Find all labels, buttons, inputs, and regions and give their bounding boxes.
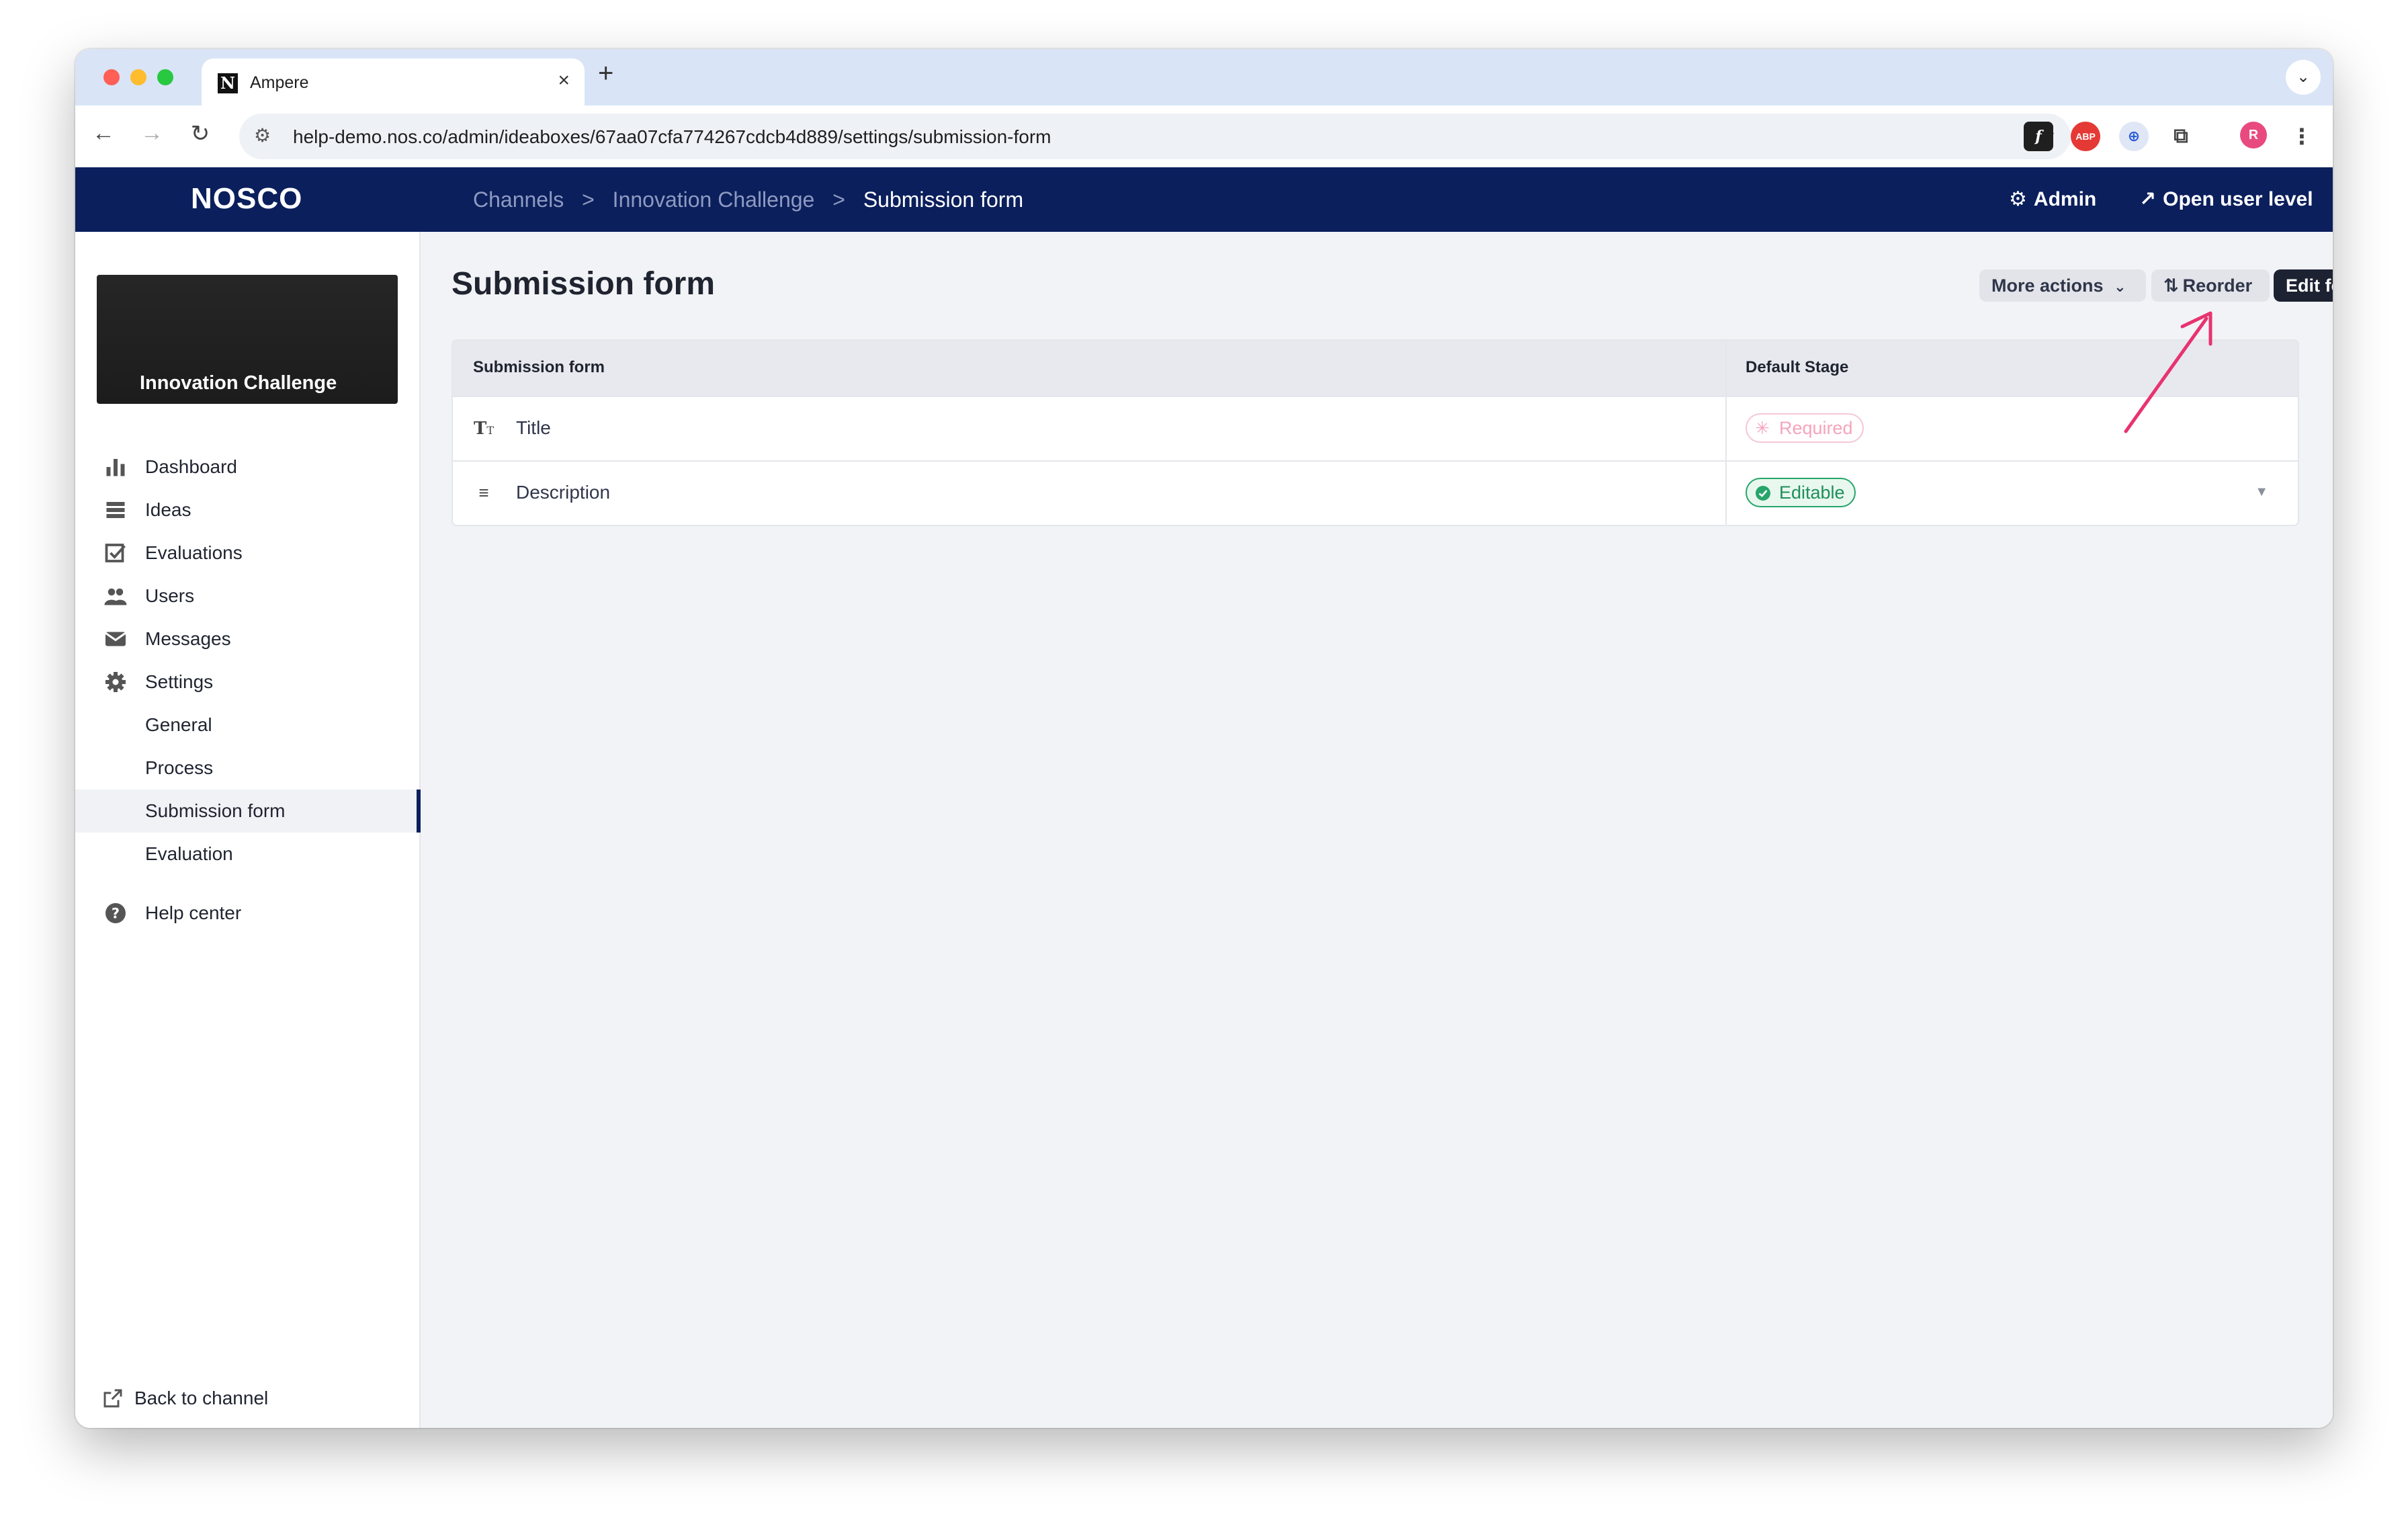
breadcrumb-innovation-challenge[interactable]: Innovation Challenge bbox=[613, 187, 815, 212]
sidebar-sub-item-process[interactable]: Process bbox=[75, 747, 419, 790]
sidebar-sub-item-evaluation[interactable]: Evaluation bbox=[75, 833, 419, 876]
submission-form-table: Submission form Default Stage TT Title ✳… bbox=[452, 339, 2299, 526]
envelope-icon bbox=[105, 632, 126, 646]
stage-label: Editable bbox=[1779, 482, 1845, 503]
stage-dropdown-caret-icon[interactable]: ▼ bbox=[2255, 484, 2268, 500]
sidebar-item-users[interactable]: Users bbox=[75, 575, 419, 618]
back-arrow-icon[interactable]: ← bbox=[90, 120, 117, 146]
sidebar-item-dashboard[interactable]: Dashboard bbox=[75, 445, 419, 489]
browser-window: N Ampere × + ⌄ ← → ↻ ⚙ help-demo.nos.co/… bbox=[75, 49, 2333, 1428]
notion-favicon-icon: N bbox=[218, 73, 238, 93]
sidebar: Innovation Challenge Dashboard Ideas Eva… bbox=[75, 232, 421, 1428]
tab-bar: N Ampere × + ⌄ bbox=[75, 49, 2333, 105]
edit-form-button[interactable]: Edit form bbox=[2274, 269, 2333, 302]
forward-arrow-icon[interactable]: → bbox=[138, 120, 165, 146]
breadcrumb: Channels > Innovation Challenge > Submis… bbox=[473, 187, 1023, 212]
sidebar-item-label: Submission form bbox=[145, 800, 286, 821]
more-actions-label: More actions bbox=[1991, 275, 2104, 296]
password-extension-icon[interactable]: ⊕ bbox=[2119, 122, 2149, 151]
help-circle-icon: ? bbox=[105, 903, 126, 923]
back-to-channel-label: Back to channel bbox=[134, 1388, 269, 1408]
bar-chart-icon bbox=[106, 459, 125, 476]
text-type-icon: TT bbox=[473, 419, 494, 439]
profile-avatar[interactable]: R bbox=[2240, 122, 2267, 148]
breadcrumb-channels[interactable]: Channels bbox=[473, 187, 564, 212]
breadcrumb-separator: > bbox=[832, 187, 845, 212]
sidebar-item-label: Users bbox=[145, 585, 195, 606]
sidebar-item-ideas[interactable]: Ideas bbox=[75, 489, 419, 532]
stage-badge-required[interactable]: ✳ Required bbox=[1746, 413, 1864, 443]
sidebar-item-label: Help center bbox=[145, 902, 242, 923]
sort-arrows-icon: ⇅ bbox=[2163, 275, 2179, 296]
maximize-window-button[interactable] bbox=[157, 69, 173, 85]
main-content: Submission form More actions ⌄ ⇅ Reorder … bbox=[421, 232, 2333, 1428]
sidebar-item-label: Evaluation bbox=[145, 843, 233, 864]
reorder-button[interactable]: ⇅ Reorder bbox=[2151, 269, 2270, 302]
breadcrumb-separator: > bbox=[582, 187, 595, 212]
sidebar-item-label: Evaluations bbox=[145, 542, 243, 563]
breadcrumb-current: Submission form bbox=[863, 187, 1024, 212]
app-header: NOSCO Channels > Innovation Challenge > … bbox=[75, 167, 2333, 232]
stage-label: Required bbox=[1779, 418, 1853, 438]
column-header-field: Submission form bbox=[473, 358, 605, 376]
users-icon bbox=[104, 588, 127, 605]
close-tab-icon[interactable]: × bbox=[558, 69, 570, 92]
sidebar-item-label: Process bbox=[145, 757, 214, 778]
checkbox-icon bbox=[105, 544, 126, 562]
column-header-default-stage: Default Stage bbox=[1746, 358, 1849, 376]
paragraph-icon: ≡ bbox=[478, 482, 489, 503]
open-user-level-label: Open user level bbox=[2163, 188, 2313, 210]
channel-title: Innovation Challenge bbox=[140, 372, 337, 394]
chevron-down-icon: ⌄ bbox=[2114, 278, 2126, 295]
open-user-level-link[interactable]: ↗ Open user level bbox=[2139, 187, 2313, 211]
font-extension-icon[interactable]: f bbox=[2024, 122, 2053, 151]
svg-text:?: ? bbox=[112, 906, 120, 922]
sidebar-item-settings[interactable]: Settings bbox=[75, 661, 419, 704]
adblock-extension-icon[interactable]: ABP bbox=[2071, 122, 2100, 151]
table-row[interactable]: ≡ Description Editable ▼ bbox=[453, 460, 2298, 525]
tab-title: Ampere bbox=[250, 73, 309, 92]
external-link-icon bbox=[103, 1389, 122, 1408]
sidebar-item-label: Ideas bbox=[145, 499, 191, 520]
kebab-menu-icon[interactable]: ⋮ bbox=[2287, 122, 2317, 151]
field-name: Description bbox=[516, 482, 611, 503]
close-window-button[interactable] bbox=[103, 69, 120, 85]
url-text[interactable]: help-demo.nos.co/admin/ideaboxes/67aa07c… bbox=[293, 126, 1051, 148]
sidebar-item-label: Settings bbox=[145, 671, 214, 692]
sidebar-item-evaluations[interactable]: Evaluations bbox=[75, 532, 419, 575]
external-link-icon: ↗ bbox=[2139, 188, 2157, 210]
reorder-label: Reorder bbox=[2182, 275, 2253, 296]
stage-badge-editable[interactable]: Editable bbox=[1746, 478, 1856, 507]
browser-toolbar: ← → ↻ ⚙ help-demo.nos.co/admin/ideaboxes… bbox=[75, 105, 2333, 167]
check-circle-icon bbox=[1756, 486, 1770, 501]
field-name: Title bbox=[516, 417, 551, 438]
site-settings-icon[interactable]: ⚙ bbox=[254, 124, 271, 146]
sidebar-item-label: General bbox=[145, 714, 212, 735]
admin-label: Admin bbox=[2033, 188, 2097, 210]
puzzle-extensions-icon[interactable]: ⧉ bbox=[2166, 122, 2196, 151]
minimize-window-button[interactable] bbox=[130, 69, 146, 85]
chevron-down-icon[interactable]: ⌄ bbox=[2286, 60, 2321, 95]
new-tab-icon[interactable]: + bbox=[598, 58, 613, 89]
sidebar-sub-item-submission-form[interactable]: Submission form bbox=[75, 790, 421, 833]
channel-banner[interactable]: Innovation Challenge bbox=[97, 275, 398, 404]
sidebar-item-help-center[interactable]: ? Help center bbox=[75, 892, 419, 935]
table-row[interactable]: TT Title ✳ Required bbox=[453, 396, 2298, 460]
sidebar-item-messages[interactable]: Messages bbox=[75, 618, 419, 661]
nosco-logo[interactable]: NOSCO bbox=[191, 182, 302, 216]
table-header: Submission form Default Stage bbox=[453, 341, 2298, 396]
browser-tab[interactable]: N Ampere × bbox=[202, 58, 585, 105]
list-icon bbox=[106, 502, 125, 518]
admin-link[interactable]: ⚙ Admin bbox=[2009, 187, 2096, 211]
page-title: Submission form bbox=[452, 266, 716, 302]
asterisk-icon: ✳ bbox=[1755, 418, 1770, 438]
sidebar-sub-item-general[interactable]: General bbox=[75, 704, 419, 747]
more-actions-button[interactable]: More actions ⌄ bbox=[1979, 269, 2146, 302]
sidebar-item-label: Dashboard bbox=[145, 456, 237, 477]
gear-icon bbox=[105, 672, 126, 692]
gear-icon: ⚙ bbox=[2009, 188, 2027, 210]
address-bar[interactable]: ⚙ help-demo.nos.co/admin/ideaboxes/67aa0… bbox=[239, 114, 2071, 159]
sidebar-item-label: Messages bbox=[145, 628, 231, 649]
reload-icon[interactable]: ↻ bbox=[187, 120, 214, 147]
